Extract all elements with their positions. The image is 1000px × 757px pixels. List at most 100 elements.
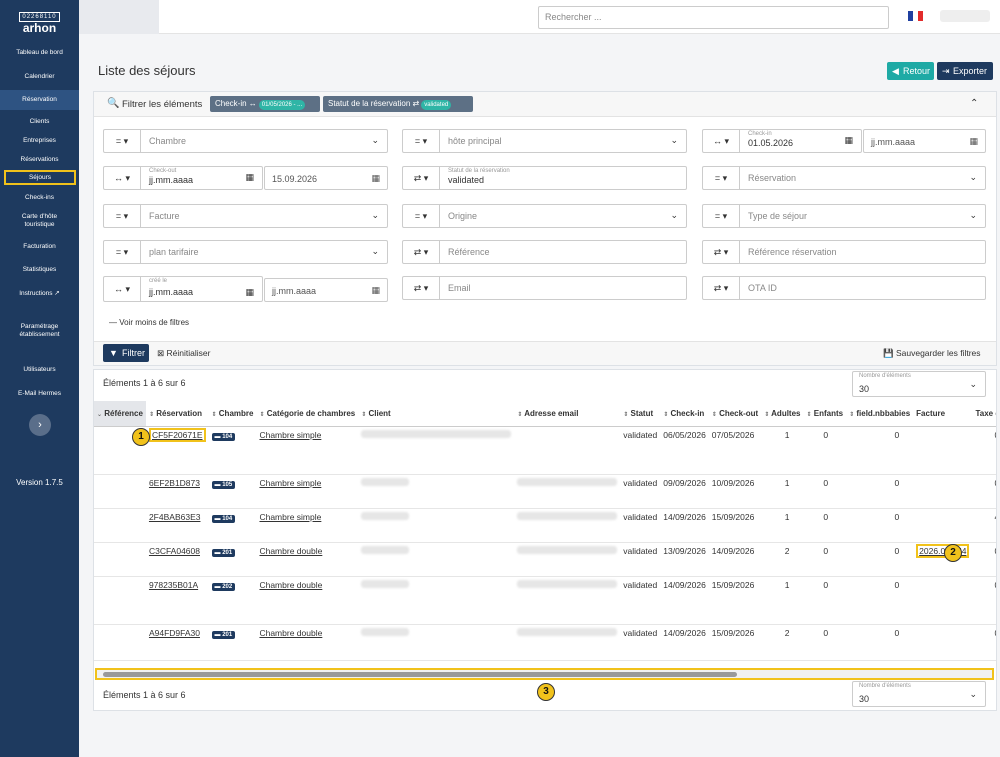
collapse-icon[interactable]: ⌃: [970, 98, 978, 109]
equals-operator[interactable]: = ▾: [403, 130, 440, 152]
filter-ota-id[interactable]: ⇄ ▾ OTA ID: [702, 276, 986, 300]
export-button[interactable]: ⇥ Exporter: [937, 62, 993, 80]
filter-created-from[interactable]: ↔ ▾ créé le jj.mm.aaaa ▦: [103, 276, 263, 302]
room-category-link[interactable]: Chambre double: [259, 546, 322, 556]
filter-invoice[interactable]: = ▾ Facture ⌄: [103, 204, 388, 228]
calendar-icon[interactable]: ▦: [245, 172, 254, 183]
column-header[interactable]: ⌄ Référence: [94, 401, 146, 426]
page-size-select-bottom[interactable]: Nombre d'éléments 30 ⌄: [852, 681, 986, 707]
column-header[interactable]: ⇕ Adultes: [761, 401, 803, 426]
show-less-filters-link[interactable]: — Voir moins de filtres: [109, 318, 189, 327]
calendar-icon[interactable]: ▦: [245, 287, 254, 298]
room-category-link[interactable]: Chambre simple: [259, 430, 321, 440]
table-row[interactable]: 978235B01A ▬ 202 Chambre double validated 14…: [94, 576, 996, 624]
filter-main-guest[interactable]: = ▾ hôte principal ⌄: [402, 129, 687, 153]
scrollbar-thumb[interactable]: [103, 672, 737, 677]
equals-operator[interactable]: = ▾: [104, 130, 141, 152]
search-input[interactable]: Rechercher ...: [538, 6, 889, 29]
room-category-link[interactable]: Chambre simple: [259, 512, 321, 522]
client-name-redacted[interactable]: [361, 429, 512, 438]
filter-stay-type[interactable]: = ▾ Type de séjour ⌄: [702, 204, 986, 228]
column-header[interactable]: ⇕ Enfants: [804, 401, 847, 426]
equals-operator[interactable]: = ▾: [104, 241, 141, 263]
reservation-link[interactable]: 978235B01A: [149, 580, 198, 590]
equals-operator[interactable]: = ▾: [104, 205, 141, 227]
sidebar-item-tourist-card[interactable]: Carte d'hôte touristique: [0, 213, 79, 229]
filter-origin[interactable]: = ▾ Origine ⌄: [402, 204, 687, 228]
active-filter-status[interactable]: Statut de la réservation ⇄ validated: [323, 96, 473, 112]
between-operator[interactable]: ↔ ▾: [703, 130, 740, 152]
sidebar-item-statistics[interactable]: Statistiques: [0, 266, 79, 274]
between-operator[interactable]: ↔ ▾: [104, 167, 141, 189]
filter-created-to[interactable]: jj.mm.aaaa ▦: [264, 278, 388, 302]
column-header[interactable]: Taxe de séjour: [972, 401, 996, 426]
sidebar-item-companies[interactable]: Entreprises: [0, 137, 79, 145]
reset-button[interactable]: ⊠ Réinitialiser: [157, 348, 210, 359]
reservation-link[interactable]: CF5F20671E: [148, 427, 206, 442]
sidebar-item-users[interactable]: Utilisateurs: [0, 366, 79, 374]
room-category-link[interactable]: Chambre double: [259, 580, 322, 590]
save-filters-button[interactable]: 💾 Sauvegarder les filtres: [883, 348, 981, 359]
calendar-icon[interactable]: ▦: [371, 173, 380, 184]
active-filter-checkin[interactable]: Check-in ↔ 01/05/2026 - ...: [210, 96, 320, 112]
sidebar-item-calendar[interactable]: Calendrier: [0, 73, 79, 81]
page-size-select-top[interactable]: Nombre d'éléments 30 ⌄: [852, 371, 986, 397]
client-name-redacted[interactable]: [361, 477, 410, 486]
table-row[interactable]: 6EF2B1D873 ▬ 105 Chambre simple validated 09…: [94, 474, 996, 508]
back-button[interactable]: ◀ Retour: [887, 62, 934, 80]
filter-email[interactable]: ⇄ ▾ Email: [402, 276, 687, 300]
table-row[interactable]: C3CFA04608 ▬ 201 Chambre double validated 13…: [94, 542, 996, 576]
reservation-link[interactable]: C3CFA04608: [149, 546, 200, 556]
text-operator[interactable]: ⇄ ▾: [403, 241, 440, 263]
column-header[interactable]: ⇕ Adresse email: [514, 401, 620, 426]
sidebar-item-clients[interactable]: Clients: [0, 118, 79, 126]
filter-checkout-to[interactable]: 15.09.2026 ▦: [264, 166, 388, 190]
text-operator[interactable]: ⇄ ▾: [403, 277, 440, 299]
text-operator[interactable]: ⇄ ▾: [703, 241, 740, 263]
column-header[interactable]: ⇕ Chambre: [209, 401, 257, 426]
filter-checkin-to[interactable]: jj.mm.aaaa ▦: [863, 129, 986, 153]
calendar-icon[interactable]: ▦: [969, 136, 978, 147]
client-name-redacted[interactable]: [361, 511, 410, 520]
column-header[interactable]: ⇕ Catégorie de chambres: [256, 401, 358, 426]
column-header[interactable]: ⇕ field.nbbabies: [846, 401, 913, 426]
table-row[interactable]: A94FD9FA30 ▬ 201 Chambre double validated 14…: [94, 624, 996, 660]
filter-checkout-from[interactable]: ↔ ▾ Check-out jj.mm.aaaa ▦: [103, 166, 263, 190]
client-name-redacted[interactable]: [361, 545, 410, 554]
sidebar-item-reservations[interactable]: Réservations: [0, 156, 79, 164]
between-operator[interactable]: ↔ ▾: [104, 277, 141, 301]
filter-booking-status[interactable]: ⇄ ▾ Statut de la réservation validated: [402, 166, 687, 190]
table-row[interactable]: 2F4BAB63E3 ▬ 104 Chambre simple validated 14…: [94, 508, 996, 542]
filter-button[interactable]: ▼ Filtrer: [103, 344, 149, 362]
reservation-link[interactable]: 6EF2B1D873: [149, 478, 200, 488]
calendar-icon[interactable]: ▦: [371, 285, 380, 296]
column-header[interactable]: ⇕ Statut: [620, 401, 660, 426]
filter-checkin-from[interactable]: ↔ ▾ Check-in 01.05.2026 ▦: [702, 129, 862, 153]
column-header[interactable]: Facture: [913, 401, 972, 426]
column-header[interactable]: ⇕ Client: [358, 401, 514, 426]
sidebar-item-stays[interactable]: Séjours: [4, 170, 76, 185]
sidebar-item-billing[interactable]: Facturation: [0, 243, 79, 251]
filter-reservation[interactable]: = ▾ Réservation ⌄: [702, 166, 986, 190]
filter-booking-reference[interactable]: ⇄ ▾ Référence réservation: [702, 240, 986, 264]
client-name-redacted[interactable]: [361, 627, 410, 636]
sidebar-expand-button[interactable]: ›: [29, 414, 51, 436]
sidebar-item-instructions[interactable]: Instructions ↗: [0, 290, 79, 298]
reservation-link[interactable]: 2F4BAB63E3: [149, 512, 201, 522]
column-header[interactable]: ⇕ Réservation: [146, 401, 209, 426]
calendar-icon[interactable]: ▦: [844, 135, 853, 146]
equals-operator[interactable]: = ▾: [403, 205, 440, 227]
equals-operator[interactable]: = ▾: [703, 167, 740, 189]
room-category-link[interactable]: Chambre simple: [259, 478, 321, 488]
horizontal-scrollbar[interactable]: [95, 668, 994, 680]
column-header[interactable]: ⇕ Check-in: [660, 401, 709, 426]
filter-rate-plan[interactable]: = ▾ plan tarifaire ⌄: [103, 240, 388, 264]
sidebar-item-settings[interactable]: Paramétrage établissement: [0, 323, 79, 339]
user-menu[interactable]: [940, 10, 990, 22]
equals-operator[interactable]: = ▾: [703, 205, 740, 227]
sidebar-item-email-hermes[interactable]: E-Mail Hermes: [0, 390, 79, 398]
sidebar-item-dashboard[interactable]: Tableau de bord: [0, 49, 79, 57]
text-operator[interactable]: ⇄ ▾: [703, 277, 740, 299]
filter-reference[interactable]: ⇄ ▾ Référence: [402, 240, 687, 264]
sidebar-item-reservation[interactable]: Réservation: [0, 90, 79, 110]
